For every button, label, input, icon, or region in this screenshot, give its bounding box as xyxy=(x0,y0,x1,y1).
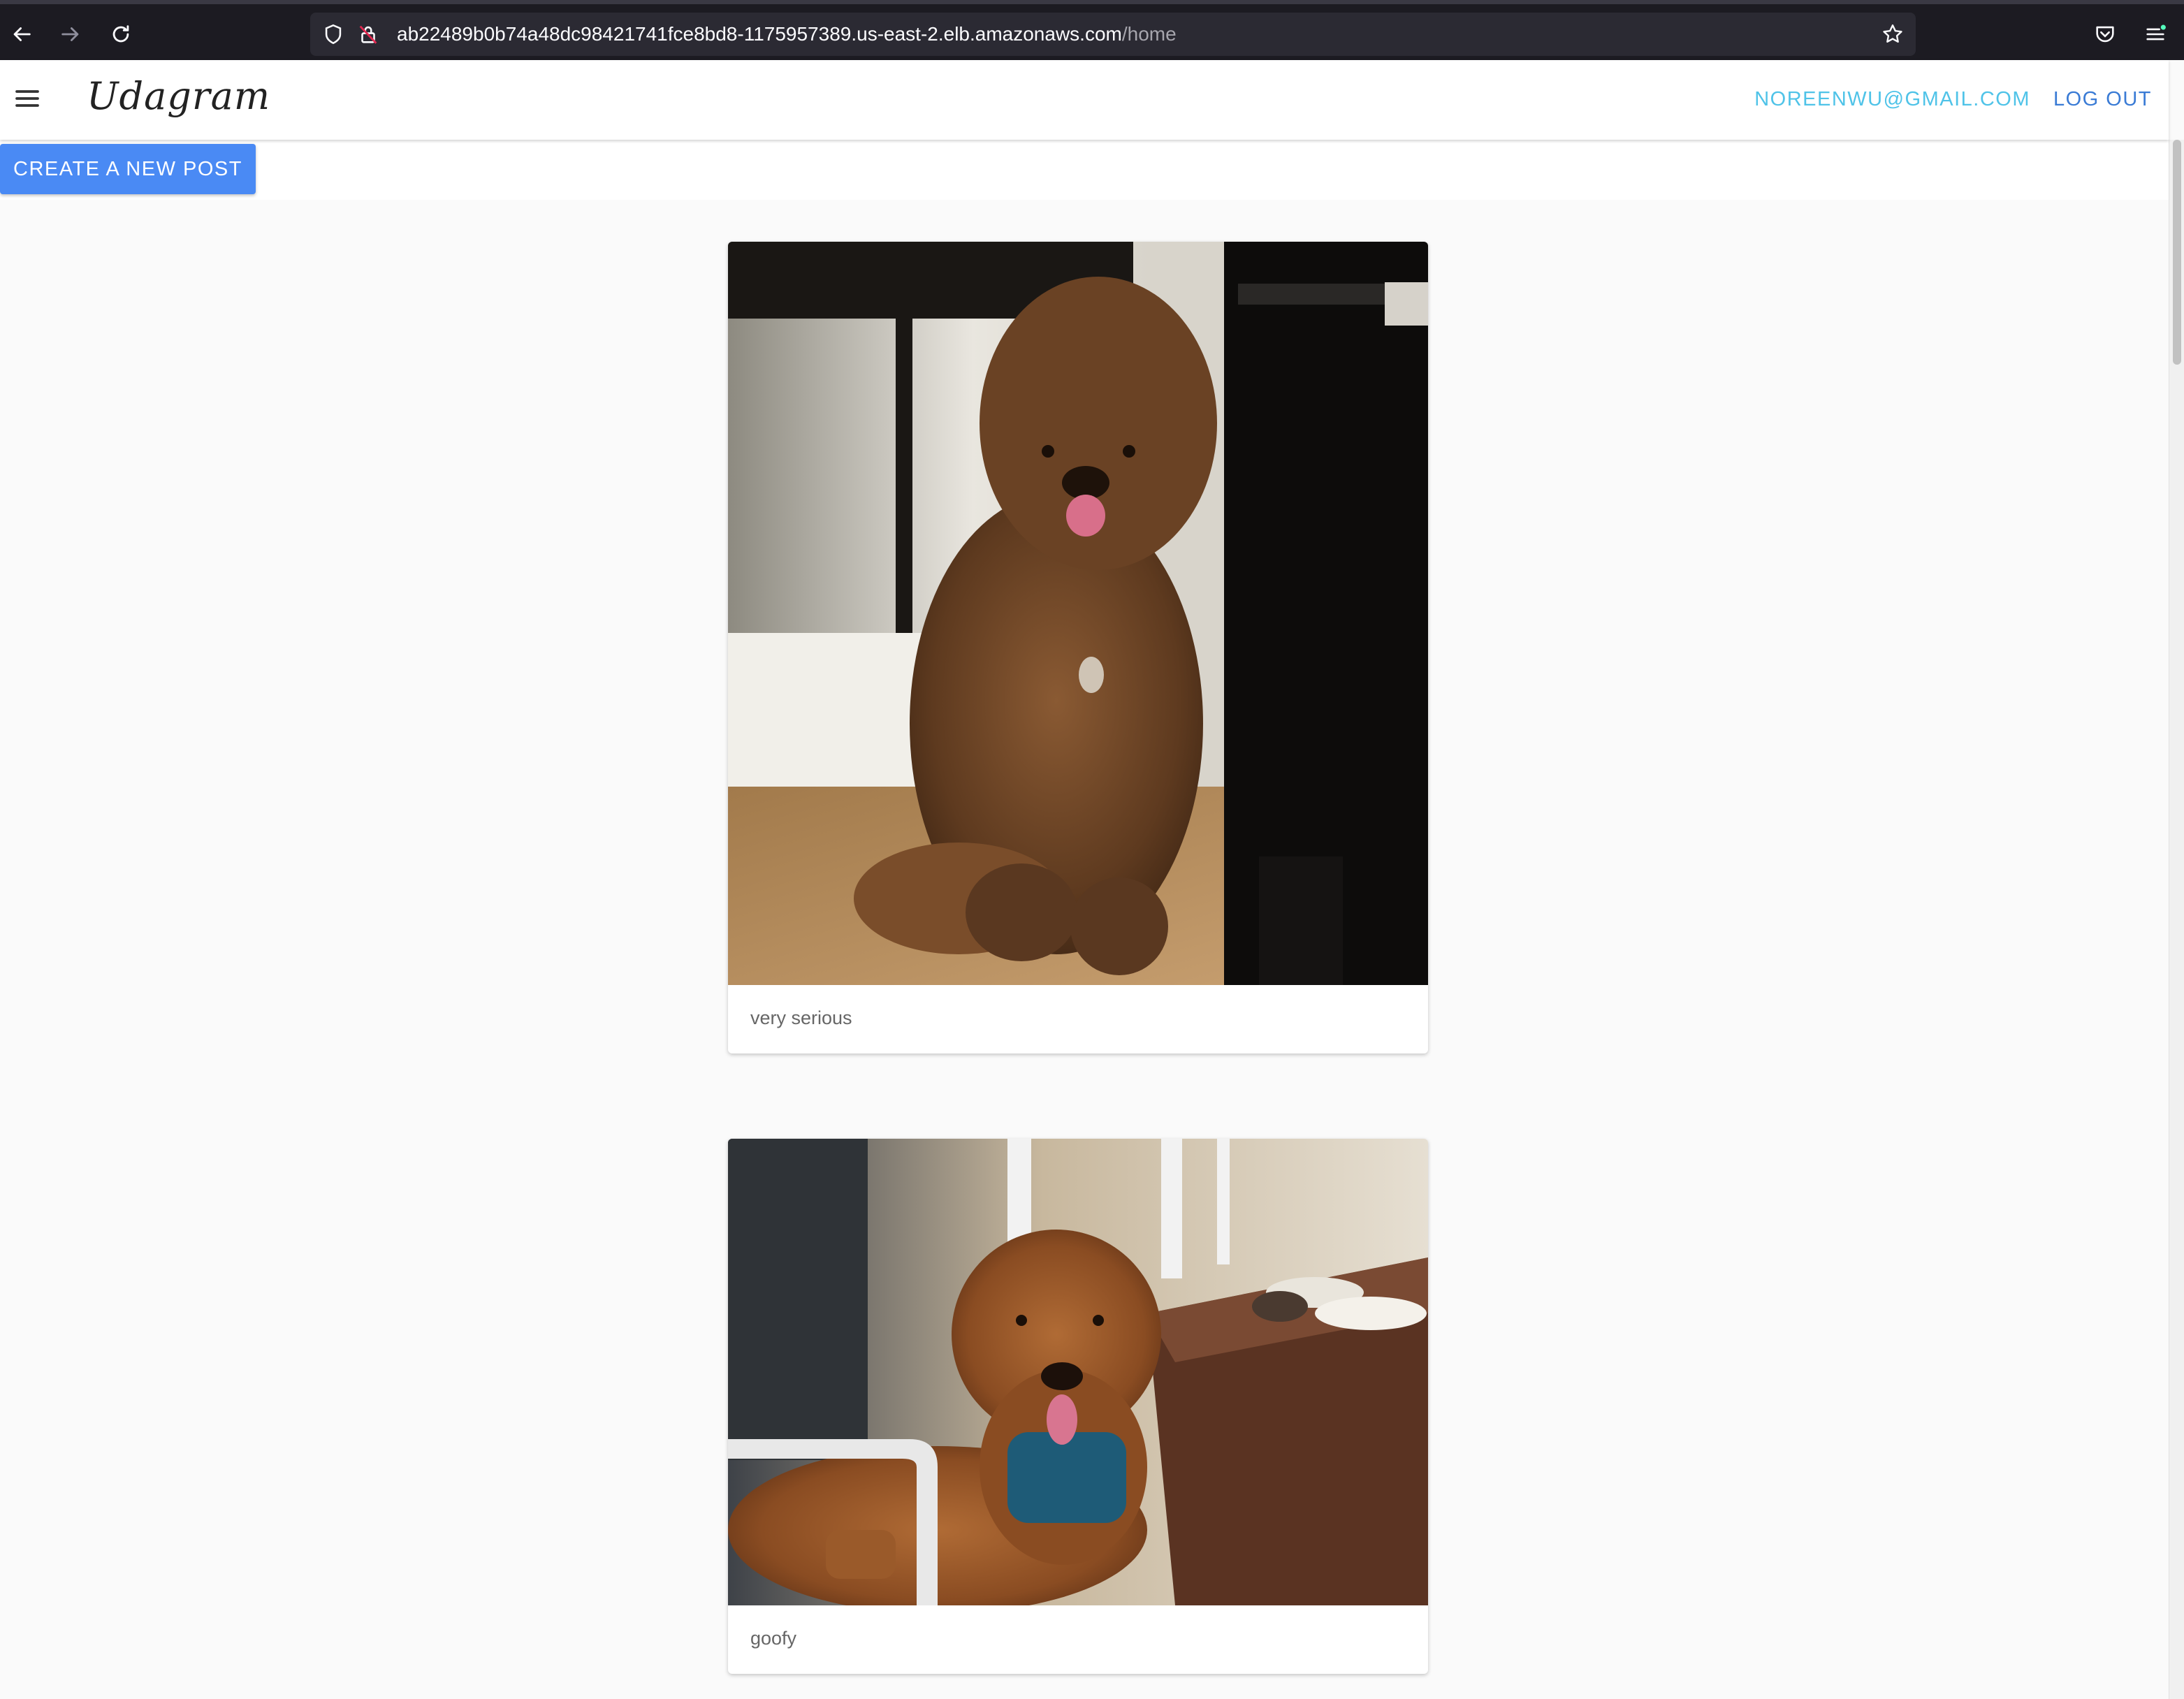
create-post-button[interactable]: CREATE A NEW POST xyxy=(0,144,256,194)
feed-item: goofy xyxy=(728,1139,1428,1674)
url-text[interactable]: ab22489b0b74a48dc98421741fce8bd8-1175957… xyxy=(397,22,1177,46)
feed-item: very serious xyxy=(728,242,1428,1053)
url-host: ab22489b0b74a48dc98421741fce8bd8-1175957… xyxy=(397,23,1122,45)
logout-button[interactable]: LOG OUT xyxy=(2053,88,2152,111)
bookmark-star-icon[interactable] xyxy=(1881,22,1905,46)
insecure-lock-icon[interactable] xyxy=(356,22,380,46)
app-logo[interactable]: Udagram xyxy=(87,74,270,118)
post-caption: goofy xyxy=(750,1628,797,1649)
pocket-icon[interactable] xyxy=(2088,17,2123,52)
url-path: /home xyxy=(1121,23,1177,45)
address-bar[interactable]: ab22489b0b74a48dc98421741fce8bd8-1175957… xyxy=(310,13,1916,56)
post-image[interactable] xyxy=(728,242,1428,985)
browser-toolbar: ab22489b0b74a48dc98421741fce8bd8-1175957… xyxy=(0,0,2184,60)
user-email-link[interactable]: NOREENWU@GMAIL.COM xyxy=(1754,88,2030,111)
dog-lying-image xyxy=(728,1139,1428,1605)
app-header: Udagram NOREENWU@GMAIL.COM LOG OUT xyxy=(0,60,2169,140)
back-icon[interactable] xyxy=(4,17,39,52)
post-caption: very serious xyxy=(750,1007,852,1028)
post-image[interactable] xyxy=(728,1139,1428,1605)
hamburger-menu-icon[interactable] xyxy=(10,81,45,116)
shield-icon[interactable] xyxy=(321,22,345,46)
dog-sitting-image xyxy=(728,242,1428,985)
scrollbar-thumb[interactable] xyxy=(2173,140,2181,365)
action-bar xyxy=(0,140,2169,200)
reload-icon[interactable] xyxy=(103,17,138,52)
forward-icon[interactable] xyxy=(53,17,88,52)
app-menu-icon[interactable] xyxy=(2138,17,2173,52)
page-scrollbar[interactable] xyxy=(2169,140,2184,1699)
